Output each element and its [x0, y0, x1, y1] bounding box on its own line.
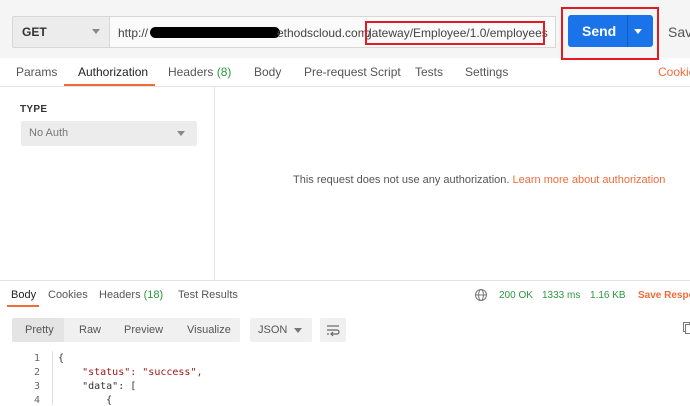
code-line: { [58, 395, 112, 406]
copy-icon[interactable] [683, 322, 690, 334]
save-button[interactable]: Save [668, 24, 690, 40]
chevron-down-icon [92, 29, 100, 34]
response-divider [0, 280, 690, 281]
cookies-link[interactable]: Cookie [658, 65, 690, 79]
globe-icon[interactable] [474, 288, 488, 302]
send-label: Send [582, 23, 616, 39]
line-number: 4 [26, 395, 40, 406]
active-response-tab-indicator [7, 305, 39, 307]
view-raw-button[interactable]: Raw [79, 324, 101, 336]
auth-type-select[interactable]: No Auth [21, 121, 197, 146]
tab-headers-label: Headers [168, 65, 213, 79]
code-gutter-divider [52, 351, 53, 405]
response-tab-cookies[interactable]: Cookies [48, 289, 88, 301]
line-number: 2 [26, 367, 40, 378]
view-visualize-button[interactable]: Visualize [187, 324, 231, 336]
chevron-down-icon [177, 131, 185, 136]
send-options-chevron-icon[interactable] [634, 29, 642, 34]
view-preview-button[interactable]: Preview [124, 324, 163, 336]
url-prefix: http:// [118, 26, 148, 40]
tab-body[interactable]: Body [254, 65, 281, 79]
request-tabs: Params Authorization Headers (8) Body Pr… [0, 58, 690, 87]
url-domain: ethodscloud.com/ [277, 26, 371, 40]
format-select[interactable]: JSON [250, 318, 312, 342]
wrap-icon [320, 318, 346, 342]
auth-type-value: No Auth [29, 127, 68, 139]
tab-params[interactable]: Params [16, 65, 57, 79]
auth-message: This request does not use any authorizat… [293, 174, 665, 186]
tab-settings[interactable]: Settings [465, 65, 508, 79]
response-tab-headers[interactable]: Headers (18) [99, 289, 163, 301]
wrap-lines-button[interactable] [320, 318, 346, 342]
response-size[interactable]: 1.16 KB [590, 290, 626, 301]
active-tab-indicator [64, 84, 155, 86]
method-select[interactable]: GET [12, 16, 110, 48]
tab-tests[interactable]: Tests [415, 65, 443, 79]
format-value: JSON [258, 324, 287, 336]
view-pretty-button[interactable]: Pretty [25, 324, 54, 336]
learn-more-link[interactable]: Learn more about authorization [513, 174, 666, 186]
tab-pre-request-script[interactable]: Pre-request Script [304, 65, 401, 79]
auth-message-text: This request does not use any authorizat… [293, 174, 509, 186]
status-badge[interactable]: 200 OK [499, 290, 533, 301]
tab-authorization[interactable]: Authorization [78, 65, 148, 79]
save-response-button[interactable]: Save Respo [638, 290, 690, 301]
send-button[interactable]: Send [568, 15, 653, 47]
response-time[interactable]: 1333 ms [542, 290, 580, 301]
tab-headers[interactable]: Headers (8) [168, 65, 231, 79]
chevron-down-icon [294, 328, 302, 333]
code-line: "data": [ [58, 381, 136, 392]
response-tab-headers-count: (18) [144, 289, 164, 301]
response-tab-body[interactable]: Body [11, 289, 36, 301]
response-tab-headers-label: Headers [99, 289, 141, 301]
redacted-block [150, 27, 280, 38]
code-line: "status": "success", [58, 367, 203, 378]
auth-type-label: TYPE [20, 104, 47, 115]
url-path-highlight [365, 21, 545, 45]
response-tab-test-results[interactable]: Test Results [178, 289, 238, 301]
code-line: { [58, 353, 64, 364]
line-number: 1 [26, 353, 40, 364]
line-number: 3 [26, 381, 40, 392]
method-label: GET [22, 25, 47, 39]
tab-headers-count: (8) [217, 65, 232, 79]
auth-type-panel [0, 87, 215, 280]
send-divider [627, 15, 628, 47]
